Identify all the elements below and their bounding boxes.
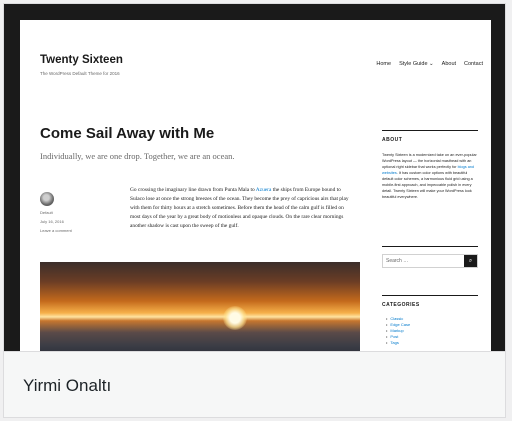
preview-about-text: Twenty Sixteen is a modernized take on a… [382, 153, 477, 199]
preview-about-title: ABOUT [382, 137, 403, 143]
preview-featured-image [40, 262, 360, 351]
preview-search-placeholder: Search … [386, 258, 409, 264]
sidebar-divider [382, 130, 478, 131]
preview-sidebar: ABOUT Twenty Sixteen is a modernized tak… [382, 20, 478, 351]
sidebar-divider [382, 246, 478, 247]
preview-categories-title: CATEGORIES [382, 302, 420, 308]
theme-name-bar[interactable]: Yirmi Onaltı [4, 351, 505, 417]
preview-post-meta: Default July 16, 2016 Leave a comment [40, 192, 100, 233]
preview-post-excerpt: Individually, we are one drop. Together,… [40, 151, 235, 161]
preview-post-comments: Leave a comment [40, 228, 72, 233]
preview-post-title: Come Sail Away with Me [40, 125, 215, 142]
preview-site-title: Twenty Sixteen [40, 54, 123, 66]
sun-glow [223, 306, 247, 330]
theme-name: Yirmi Onaltı [23, 376, 112, 395]
preview-categories-list: Classic Edge Case Markup Post Tags [386, 316, 410, 346]
preview-page: Twenty Sixteen The WordPress Default The… [20, 20, 491, 351]
preview-search-box: Search … ⌕ [382, 254, 478, 268]
preview-post-author: Default [40, 210, 53, 215]
list-item: Tags [386, 340, 410, 346]
preview-post-body: Go crossing the imaginary line drawn fro… [130, 187, 349, 229]
preview-site-description: The WordPress Default Theme for 2016 [40, 71, 120, 76]
preview-main: Come Sail Away with Me Individually, we … [40, 124, 360, 161]
theme-card[interactable]: Twenty Sixteen The WordPress Default The… [3, 3, 506, 418]
avatar [40, 192, 54, 206]
sidebar-divider [382, 295, 478, 296]
search-icon: ⌕ [464, 255, 477, 267]
preview-post-date: July 16, 2016 [40, 219, 64, 224]
theme-screenshot[interactable]: Twenty Sixteen The WordPress Default The… [4, 4, 505, 351]
